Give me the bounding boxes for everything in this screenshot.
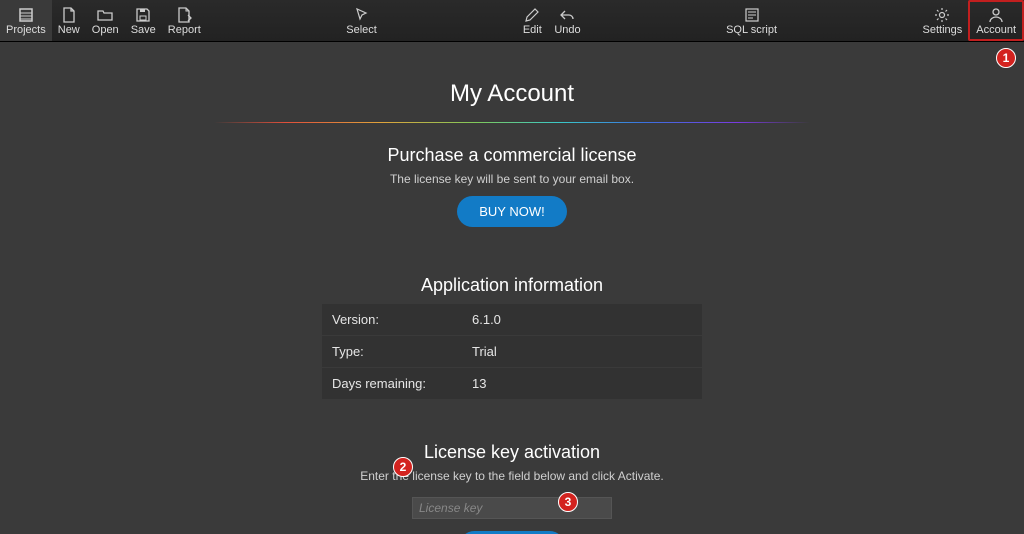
new-button[interactable]: New (52, 0, 86, 41)
sql-script-button[interactable]: SQL script (720, 0, 783, 41)
content-area: My Account Purchase a commercial license… (0, 42, 1024, 534)
type-value: Trial (462, 336, 702, 368)
type-label: Type: (322, 336, 462, 368)
select-label: Select (346, 24, 377, 36)
table-row: Version: 6.1.0 (322, 304, 702, 336)
new-file-icon (60, 6, 78, 24)
table-row: Type: Trial (322, 336, 702, 368)
toolbar-group-select: Select (340, 0, 383, 41)
user-icon (987, 6, 1005, 24)
purchase-subtitle: The license key will be sent to your ema… (0, 172, 1024, 186)
days-label: Days remaining: (322, 368, 462, 400)
version-value: 6.1.0 (462, 304, 702, 336)
gear-icon (933, 6, 951, 24)
undo-icon (558, 6, 576, 24)
activation-title: License key activation (0, 442, 1024, 463)
activation-subtitle: Enter the license key to the field below… (0, 469, 1024, 483)
toolbar-group-sql: SQL script (720, 0, 783, 41)
pencil-icon (523, 6, 541, 24)
undo-button[interactable]: Undo (548, 0, 586, 41)
account-button[interactable]: Account (968, 0, 1024, 41)
report-button[interactable]: Report (162, 0, 207, 41)
cursor-icon (353, 6, 371, 24)
appinfo-table: Version: 6.1.0 Type: Trial Days remainin… (322, 304, 702, 400)
purchase-title: Purchase a commercial license (0, 145, 1024, 166)
edit-label: Edit (523, 24, 542, 36)
toolbar-group-edit: Edit Undo (516, 0, 586, 41)
projects-button[interactable]: Projects (0, 0, 52, 41)
appinfo-title: Application information (0, 275, 1024, 296)
new-label: New (58, 24, 80, 36)
save-button[interactable]: Save (125, 0, 162, 41)
toolbar-group-right: Settings Account (917, 0, 1024, 41)
days-value: 13 (462, 368, 702, 400)
sql-label: SQL script (726, 24, 777, 36)
version-label: Version: (322, 304, 462, 336)
toolbar-group-left: Projects New Open Save Report (0, 0, 207, 41)
open-folder-icon (96, 6, 114, 24)
report-label: Report (168, 24, 201, 36)
script-icon (743, 6, 761, 24)
open-button[interactable]: Open (86, 0, 125, 41)
account-label: Account (976, 24, 1016, 36)
buy-now-button[interactable]: BUY NOW! (457, 196, 567, 227)
settings-button[interactable]: Settings (917, 0, 969, 41)
projects-icon (17, 6, 35, 24)
table-row: Days remaining: 13 (322, 368, 702, 400)
report-icon (175, 6, 193, 24)
save-icon (134, 6, 152, 24)
page-title: My Account (0, 80, 1024, 108)
select-button[interactable]: Select (340, 0, 383, 41)
annotation-1: 1 (996, 48, 1016, 68)
open-label: Open (92, 24, 119, 36)
save-label: Save (131, 24, 156, 36)
license-key-input[interactable] (412, 497, 612, 519)
rainbow-divider (214, 122, 810, 123)
undo-label: Undo (554, 24, 580, 36)
projects-label: Projects (6, 24, 46, 36)
settings-label: Settings (923, 24, 963, 36)
toolbar: Projects New Open Save Report (0, 0, 1024, 42)
edit-button[interactable]: Edit (516, 0, 548, 41)
